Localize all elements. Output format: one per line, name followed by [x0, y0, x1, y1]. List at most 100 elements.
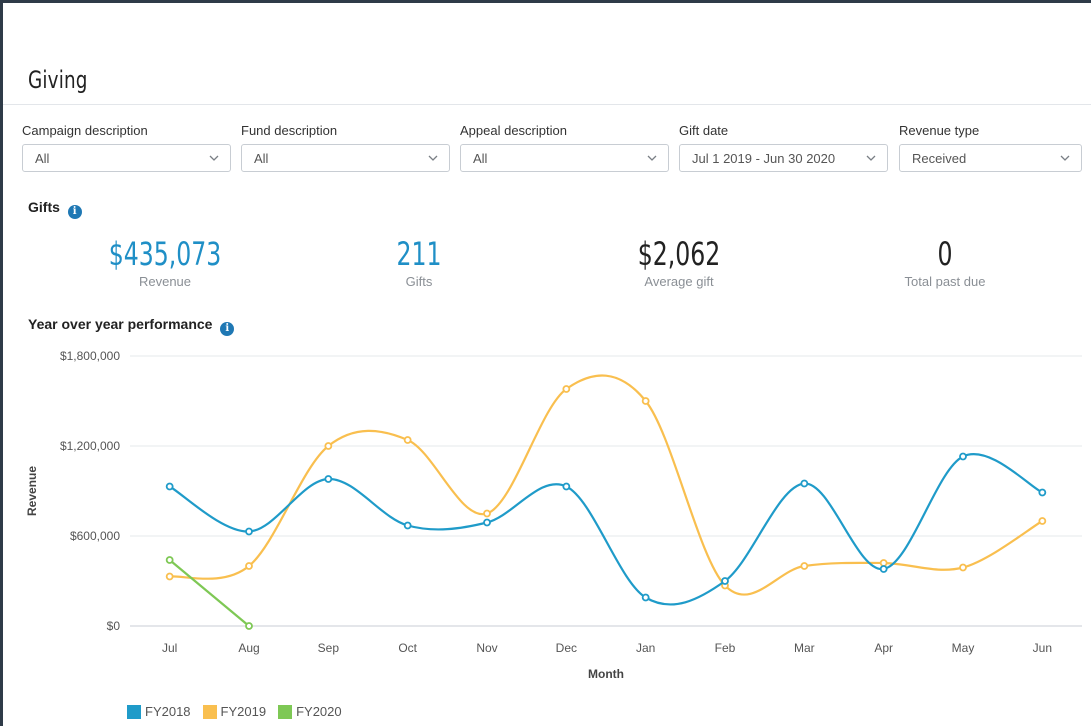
filter-value: All — [473, 151, 488, 166]
chevron-down-icon — [647, 155, 657, 161]
series-line-fy2019 — [169, 374, 1043, 596]
metric-label: Average gift — [644, 274, 714, 289]
x-tick-label: Mar — [794, 641, 815, 655]
fund-select[interactable]: All — [241, 144, 450, 172]
filter-value: Received — [912, 151, 967, 166]
data-point-fy2019 — [1038, 517, 1047, 525]
x-tick-label: Oct — [398, 641, 417, 655]
data-point-fy2018 — [879, 565, 888, 573]
series-line-fy2020 — [168, 559, 250, 627]
appeal-select[interactable]: All — [460, 144, 669, 172]
metric-value: $2,062 — [637, 235, 721, 273]
data-point-fy2019 — [641, 397, 650, 405]
y-axis-title: Revenue — [25, 466, 39, 516]
data-point-fy2018 — [245, 527, 253, 536]
data-point-fy2019 — [324, 442, 333, 450]
yoy-section-header: Year over year performance i — [28, 316, 235, 336]
filter-label: Revenue type — [899, 123, 980, 138]
chevron-down-icon — [866, 155, 876, 161]
filter-revenue-type: Revenue type Received — [899, 122, 1082, 172]
legend-swatch — [202, 704, 217, 719]
data-point-fy2019 — [959, 563, 967, 572]
data-point-fy2018 — [641, 593, 650, 602]
chevron-down-icon — [209, 155, 219, 161]
data-point-fy2019 — [562, 385, 571, 393]
filter-gift-date: Gift date Jul 1 2019 - Jun 30 2020 — [679, 122, 888, 172]
x-tick-label: Jul — [162, 641, 177, 655]
metric-label: Gifts — [405, 274, 433, 289]
x-tick-label: Feb — [715, 641, 736, 655]
data-point-fy2018 — [165, 482, 174, 491]
filter-appeal: Appeal description All — [460, 122, 669, 172]
data-point-fy2018 — [483, 518, 491, 527]
data-point-fy2019 — [245, 562, 253, 570]
data-point-fy2018 — [562, 482, 571, 491]
metric-value[interactable]: $435,073 — [79, 236, 251, 272]
metric-value: 0 — [937, 235, 953, 273]
x-tick-label: Sep — [318, 641, 340, 655]
data-point-fy2018 — [959, 452, 967, 461]
data-point-fy2020 — [245, 622, 253, 630]
filter-label: Appeal description — [460, 123, 567, 138]
metric-value[interactable]: 211 — [333, 236, 505, 272]
revenue-type-select[interactable]: Received — [899, 144, 1082, 172]
info-icon[interactable]: i — [67, 205, 82, 219]
legend-label: FY2019 — [220, 704, 267, 719]
data-point-fy2019 — [403, 436, 412, 444]
x-tick-label: Aug — [238, 641, 259, 655]
filter-label: Campaign description — [22, 123, 148, 138]
legend-item-fy2019[interactable]: FY2019 — [202, 704, 267, 719]
filter-label: Fund description — [241, 123, 338, 138]
metric-total-past-due: 0 Total past due — [840, 236, 1050, 289]
legend-swatch — [278, 704, 293, 719]
title-divider — [3, 104, 1091, 105]
chart-legend: FY2018 FY2019 FY2020 — [127, 704, 342, 719]
legend-item-fy2020[interactable]: FY2020 — [278, 704, 342, 719]
campaign-select[interactable]: All — [22, 144, 231, 172]
y-tick-label: $1,200,000 — [60, 439, 120, 453]
y-tick-label: $1,800,000 — [60, 349, 120, 363]
data-point-fy2019 — [800, 562, 809, 570]
data-point-fy2018 — [721, 577, 729, 585]
filter-value: Jul 1 2019 - Jun 30 2020 — [692, 151, 836, 166]
metric-label: Revenue — [138, 274, 192, 289]
y-tick-label: $600,000 — [70, 529, 120, 543]
window-frame-left — [0, 0, 3, 726]
metric-gifts: 211 Gifts — [314, 236, 524, 289]
series-line-fy2018 — [169, 453, 1043, 606]
legend-swatch — [127, 704, 141, 719]
y-tick-label: $0 — [107, 619, 121, 633]
x-tick-label: May — [952, 641, 975, 655]
info-icon[interactable]: i — [220, 322, 235, 336]
metric-average-gift: $2,062 Average gift — [574, 236, 784, 289]
filter-fund: Fund description All — [241, 122, 450, 172]
data-point-fy2020 — [165, 556, 174, 564]
chevron-down-icon — [428, 155, 438, 161]
legend-item-fy2018[interactable]: FY2018 — [127, 704, 191, 719]
gifts-section-label: Gifts — [28, 199, 60, 215]
data-point-fy2018 — [403, 521, 412, 530]
gift-date-select[interactable]: Jul 1 2019 - Jun 30 2020 — [679, 144, 888, 172]
data-point-fy2019 — [165, 572, 174, 581]
filter-value: All — [254, 151, 269, 166]
metric-revenue: $435,073 Revenue — [60, 236, 270, 289]
metric-label: Total past due — [904, 274, 986, 289]
chevron-down-icon — [1060, 155, 1070, 161]
gifts-section-header: Gifts i — [28, 199, 82, 219]
legend-label: FY2020 — [296, 704, 342, 719]
x-tick-label: Jan — [636, 641, 655, 655]
window-frame-top — [0, 0, 1091, 3]
x-tick-label: Dec — [556, 641, 577, 655]
x-tick-label: Jun — [1033, 641, 1052, 655]
filter-value: All — [35, 151, 50, 166]
x-tick-label: Nov — [476, 641, 497, 655]
data-point-fy2019 — [483, 509, 491, 518]
data-point-fy2018 — [324, 475, 333, 483]
legend-label: FY2018 — [145, 704, 191, 719]
yoy-line-chart: $0 $600,000 $1,200,000 $1,800,000 Jul Aug Sep O… — [25, 349, 1082, 681]
yoy-section-label: Year over year performance — [28, 316, 213, 332]
data-point-fy2019 — [879, 559, 888, 567]
filter-campaign: Campaign description All — [22, 122, 231, 172]
x-tick-label: Apr — [874, 641, 893, 655]
data-point-fy2018 — [1038, 488, 1047, 497]
